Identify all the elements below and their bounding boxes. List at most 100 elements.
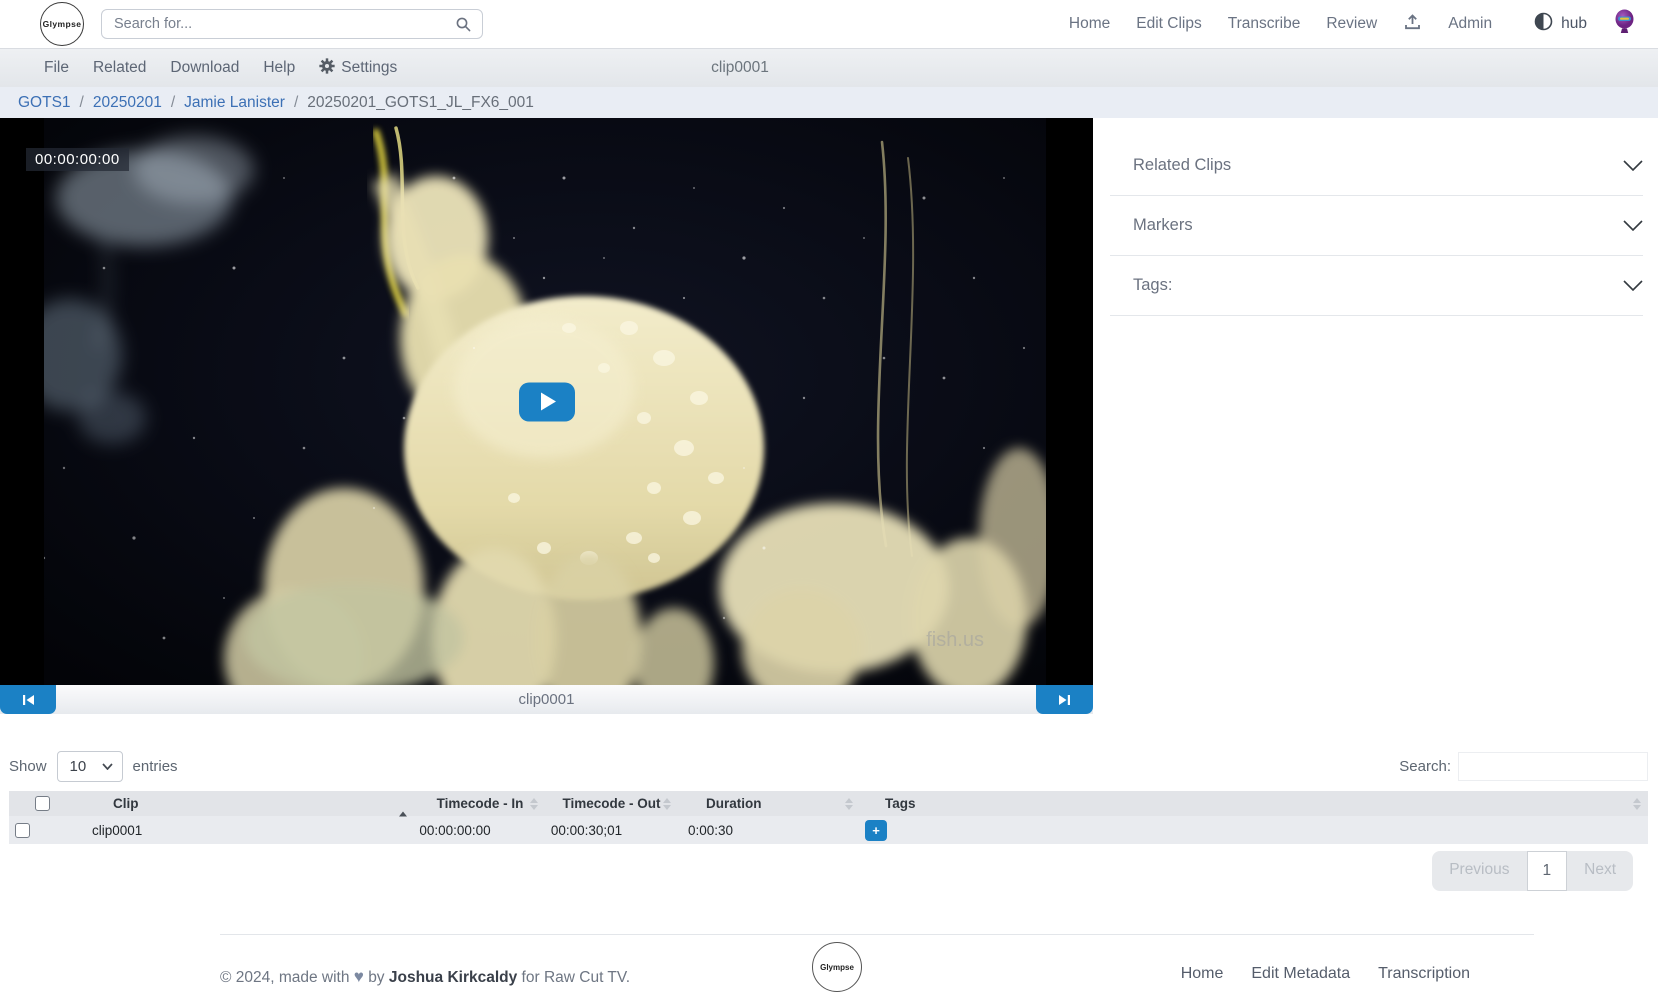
clip-menubar: File Related Download Help Settings clip… xyxy=(0,48,1658,87)
play-button[interactable] xyxy=(519,382,575,421)
breadcrumb-separator: / xyxy=(80,94,84,112)
search-input[interactable] xyxy=(101,9,483,39)
video-watermark: fish.us xyxy=(926,629,984,651)
footer-links: Home Edit Metadata Transcription xyxy=(1181,965,1470,983)
table-search-control: Search: xyxy=(1399,752,1648,781)
for-label: for xyxy=(522,969,540,986)
column-header-duration-label: Duration xyxy=(706,796,762,811)
chevron-down-icon xyxy=(1623,160,1643,171)
footer-glympse-logo-text: Glympse xyxy=(820,963,854,972)
table-header-row: Clip Timecode - In Timecode - Out Durati… xyxy=(9,791,1648,816)
accordion-related-clips[interactable]: Related Clips xyxy=(1110,136,1643,196)
footer-link-home[interactable]: Home xyxy=(1181,965,1224,983)
breadcrumb-link-person[interactable]: Jamie Lanister xyxy=(184,94,285,112)
gear-icon xyxy=(319,58,335,79)
copyright-text: © 2024, made with xyxy=(220,969,349,986)
accordion-tags-label: Tags: xyxy=(1133,276,1172,295)
menu-related[interactable]: Related xyxy=(93,59,146,77)
cell-timecode-in: 00:00:00:00 xyxy=(415,816,545,844)
clips-table: Clip Timecode - In Timecode - Out Durati… xyxy=(9,791,1648,844)
hub-group: hub xyxy=(1534,12,1587,36)
chevron-down-icon xyxy=(1623,280,1643,291)
nav-link-admin[interactable]: Admin xyxy=(1448,15,1492,33)
column-header-timecode-in-label: Timecode - In xyxy=(437,796,524,811)
show-label: Show xyxy=(9,758,47,775)
breadcrumb-link-date[interactable]: 20250201 xyxy=(93,94,162,112)
footer-link-edit-metadata[interactable]: Edit Metadata xyxy=(1251,965,1350,983)
global-search xyxy=(101,9,483,39)
accordion-markers[interactable]: Markers xyxy=(1110,196,1643,256)
entries-label: entries xyxy=(133,758,178,775)
top-navbar: Glympse Home Edit Clips Transcribe Revie… xyxy=(0,0,1658,48)
player-caption: clip0001 xyxy=(519,691,575,708)
video-player[interactable]: fish.us 00:00:00:00 xyxy=(0,118,1093,685)
breadcrumb: GOTS1 / 20250201 / Jamie Lanister / 2025… xyxy=(0,87,1658,118)
cell-duration: 0:00:30 xyxy=(678,816,860,844)
sort-icon xyxy=(530,798,538,810)
nav-link-review[interactable]: Review xyxy=(1326,15,1377,33)
next-clip-button[interactable] xyxy=(1036,685,1093,714)
search-icon[interactable] xyxy=(455,16,472,38)
footer: © 2024, made with ♥ by Joshua Kirkcaldy … xyxy=(0,935,1658,999)
clip-title: clip0001 xyxy=(711,59,769,77)
nav-link-transcribe[interactable]: Transcribe xyxy=(1228,15,1301,33)
accordion-tags[interactable]: Tags: xyxy=(1110,256,1643,316)
nav-link-home[interactable]: Home xyxy=(1069,15,1110,33)
column-header-clip[interactable]: Clip xyxy=(75,791,415,816)
page-size-select[interactable]: 10 xyxy=(57,751,123,782)
skip-start-icon xyxy=(22,694,35,706)
hub-label[interactable]: hub xyxy=(1561,15,1587,33)
player-caption-bar: clip0001 xyxy=(0,685,1093,714)
footer-company: Raw Cut TV. xyxy=(544,969,630,986)
menu-download[interactable]: Download xyxy=(170,59,239,77)
play-icon xyxy=(541,393,556,411)
column-header-tags[interactable]: Tags xyxy=(860,791,1648,816)
table-search-input[interactable] xyxy=(1458,752,1648,781)
column-header-timecode-out-label: Timecode - Out xyxy=(562,796,660,811)
main-content: fish.us 00:00:00:00 clip0001 Related Cli… xyxy=(0,118,1658,714)
glympse-logo-text: Glympse xyxy=(43,19,82,29)
heart-icon: ♥ xyxy=(354,967,364,986)
footer-link-transcription[interactable]: Transcription xyxy=(1378,965,1470,983)
add-tag-button[interactable]: + xyxy=(865,820,887,841)
table-pagination: Previous 1 Next xyxy=(9,851,1648,891)
menu-file[interactable]: File xyxy=(44,59,69,77)
menu-settings[interactable]: Settings xyxy=(319,58,397,79)
glympse-logo[interactable]: Glympse xyxy=(40,2,84,46)
column-header-tags-label: Tags xyxy=(885,796,916,811)
player-column: fish.us 00:00:00:00 clip0001 xyxy=(0,118,1093,714)
by-label: by xyxy=(368,969,384,986)
column-header-duration[interactable]: Duration xyxy=(678,791,860,816)
next-page-button[interactable]: Next xyxy=(1567,851,1633,891)
table-row[interactable]: clip0001 00:00:00:00 00:00:30;01 0:00:30… xyxy=(9,816,1648,844)
breadcrumb-link-show[interactable]: GOTS1 xyxy=(18,94,71,112)
menu-help[interactable]: Help xyxy=(263,59,295,77)
sort-icon xyxy=(663,798,671,810)
sort-icon xyxy=(845,798,853,810)
right-sidebar: Related Clips Markers Tags: xyxy=(1110,118,1658,316)
timecode-overlay: 00:00:00:00 xyxy=(26,148,129,171)
nav-link-edit-clips[interactable]: Edit Clips xyxy=(1136,15,1201,33)
theme-toggle-icon[interactable] xyxy=(1534,12,1553,36)
row-checkbox[interactable] xyxy=(15,823,30,838)
previous-clip-button[interactable] xyxy=(0,685,56,714)
accordion-markers-label: Markers xyxy=(1133,216,1193,235)
upload-icon[interactable] xyxy=(1403,13,1422,36)
cell-clip: clip0001 xyxy=(75,816,415,844)
chevron-down-icon xyxy=(102,763,113,770)
previous-page-button[interactable]: Previous xyxy=(1432,851,1526,891)
user-avatar[interactable] xyxy=(1613,9,1636,40)
pagination-group: Previous 1 Next xyxy=(1432,851,1633,891)
select-all-checkbox[interactable] xyxy=(35,796,50,811)
table-search-label: Search: xyxy=(1399,758,1451,775)
menu-settings-label: Settings xyxy=(341,59,397,77)
column-header-timecode-out[interactable]: Timecode - Out xyxy=(545,791,678,816)
footer-author-link[interactable]: Joshua Kirkcaldy xyxy=(389,969,517,986)
column-header-timecode-in[interactable]: Timecode - In xyxy=(415,791,545,816)
footer-glympse-logo[interactable]: Glympse xyxy=(812,942,862,992)
clips-table-section: Show 10 entries Search: Clip Timecode - … xyxy=(0,746,1658,891)
column-header-clip-label: Clip xyxy=(113,796,139,811)
page-number-button[interactable]: 1 xyxy=(1527,851,1568,891)
navbar-links: Home Edit Clips Transcribe Review Admin … xyxy=(1069,9,1636,40)
table-controls: Show 10 entries Search: xyxy=(9,746,1648,786)
